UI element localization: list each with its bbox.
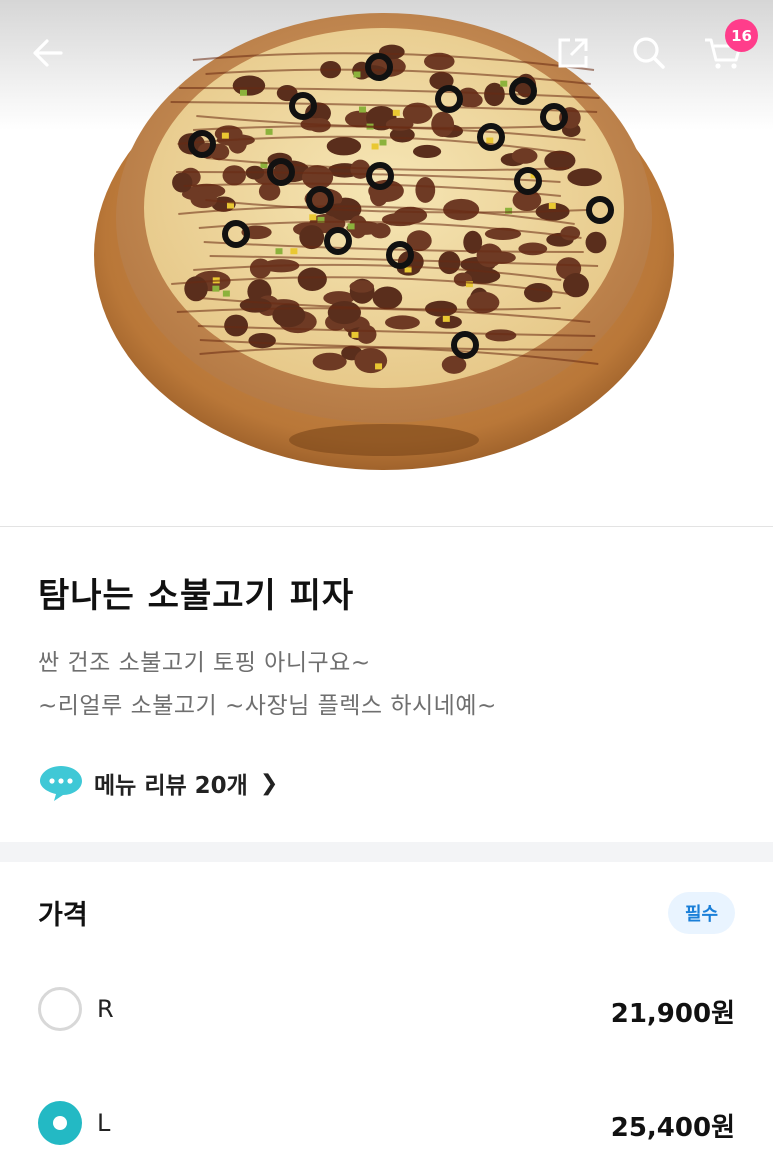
speech-bubble-icon [40,766,82,801]
veg-topping [275,248,283,255]
beef-topping [385,315,420,330]
beef-topping [567,168,602,187]
beef-topping [297,267,327,291]
search-button[interactable] [623,27,675,79]
menu-review-link[interactable]: 메뉴 리뷰 20개 ❯ [38,760,278,806]
beef-topping [412,144,442,159]
beef-topping [239,297,272,313]
beef-topping [248,332,276,349]
section-divider [0,842,773,862]
beef-topping [385,117,414,131]
top-bar: 16 [0,0,773,110]
option-label-l: L [97,1109,111,1137]
veg-topping [392,109,400,116]
product-description-line-1: 싼 건조 소불고기 토핑 아니구요~ [38,650,371,676]
product-title: 탐나는 소불고기 피자 [38,576,355,616]
back-button[interactable] [22,27,74,79]
radio-button-r[interactable] [38,987,82,1031]
price-option-l[interactable]: L 25,400원 [0,1089,773,1159]
product-description-line-2: ~리얼루 소불고기 ~사장님 플렉스 하시네예~ [38,693,497,719]
veg-topping [379,139,387,146]
beef-topping [301,165,334,190]
option-price-l: 25,400원 [610,1113,735,1143]
beef-topping [349,280,374,293]
search-icon [633,37,665,69]
cart-count-badge: 16 [725,19,758,52]
veg-topping [375,363,383,370]
beef-topping [523,282,553,303]
veg-topping [290,248,298,255]
option-label-r: R [97,995,114,1023]
option-price-r: 21,900원 [610,999,735,1029]
veg-topping [309,214,317,221]
beef-topping [327,300,362,325]
beef-topping [299,225,325,250]
beef-topping [415,177,436,203]
share-button[interactable] [547,27,599,79]
veg-topping [212,285,220,292]
beef-topping [326,136,362,156]
veg-topping [442,315,450,322]
veg-topping [351,331,359,338]
beef-topping [272,303,306,328]
review-link-label: 메뉴 리뷰 20개 [94,773,248,799]
share-icon [558,38,588,68]
beef-topping [190,190,218,209]
veg-topping [347,223,355,230]
beef-topping [511,148,538,164]
beef-topping [372,286,403,310]
beef-topping [485,329,517,342]
veg-topping [265,128,273,135]
radio-button-l[interactable] [38,1101,82,1145]
chevron-right-icon: ❯ [259,770,279,796]
price-option-r[interactable]: R 21,900원 [0,975,773,1045]
beef-topping [356,324,377,344]
beef-topping [172,172,193,193]
veg-topping [548,202,556,209]
required-badge: 필수 [668,892,735,934]
veg-topping [221,132,229,139]
beef-topping [431,111,455,137]
price-section-title: 가격 [38,900,88,931]
beef-topping [222,165,246,186]
beef-topping [224,314,249,337]
veg-topping [486,137,494,144]
veg-topping [222,290,230,297]
veg-topping [371,143,379,150]
beef-topping [585,231,607,254]
beef-topping [312,352,347,371]
arrow-left-icon [33,39,63,67]
beef-topping [354,348,388,374]
beef-topping [518,242,548,256]
